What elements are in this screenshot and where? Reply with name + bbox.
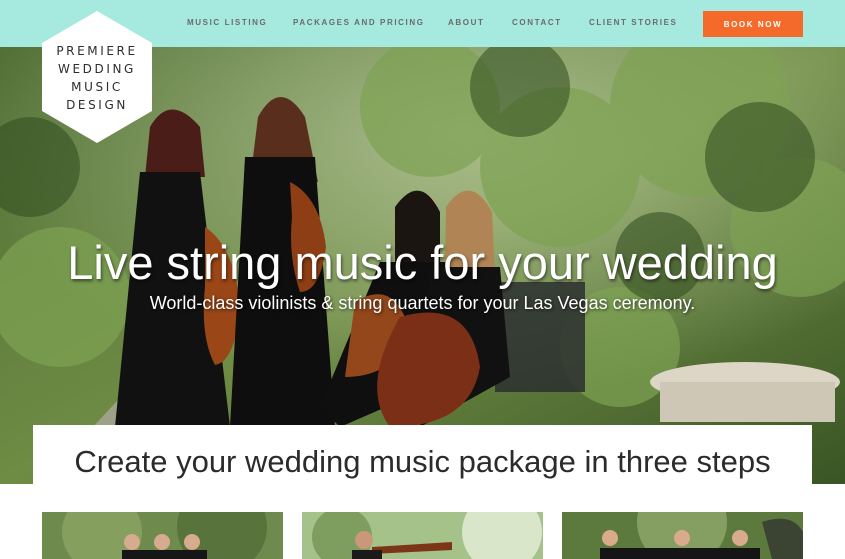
step-3-image[interactable] bbox=[562, 512, 803, 559]
steps-heading: Create your wedding music package in thr… bbox=[74, 444, 771, 479]
step-1-photo bbox=[42, 512, 283, 559]
hero-subtitle: World-class violinists & string quartets… bbox=[149, 293, 696, 313]
logo-line-1: PREMIERE bbox=[56, 44, 138, 58]
brand-logo[interactable]: PREMIERE WEDDING MUSIC DESIGN bbox=[41, 10, 153, 144]
logo-line-4: DESIGN bbox=[66, 98, 128, 112]
book-now-button[interactable]: BOOK NOW bbox=[703, 11, 803, 37]
nav-client-stories[interactable]: CLIENT STORIES bbox=[589, 18, 677, 27]
step-3-photo bbox=[562, 512, 803, 559]
logo-line-3: MUSIC bbox=[71, 80, 123, 94]
nav-contact[interactable]: CONTACT bbox=[512, 18, 562, 27]
logo-line-2: WEDDING bbox=[58, 62, 136, 76]
hero-title: Live string music for your wedding bbox=[67, 236, 778, 289]
nav-about[interactable]: ABOUT bbox=[448, 18, 484, 27]
step-2-image[interactable] bbox=[302, 512, 543, 559]
steps-panel: Create your wedding music package in thr… bbox=[33, 425, 812, 505]
step-1-image[interactable] bbox=[42, 512, 283, 559]
nav-music-listing[interactable]: MUSIC LISTING bbox=[187, 18, 267, 27]
nav-packages-and-pricing[interactable]: PACKAGES AND PRICING bbox=[293, 18, 425, 27]
logo-wordmark: PREMIERE WEDDING MUSIC DESIGN bbox=[41, 42, 153, 114]
step-2-photo bbox=[302, 512, 543, 559]
